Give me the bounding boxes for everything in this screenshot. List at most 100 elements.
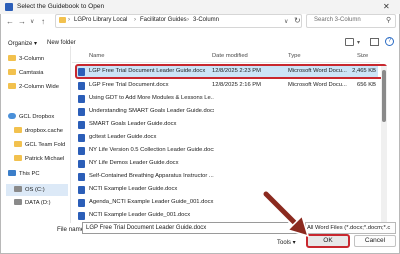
ok-button[interactable]: OK [306, 234, 350, 248]
file-row[interactable]: NCTI Example Leader Guide_001.docx [76, 210, 378, 220]
nav-item-label: 2-Column Wide [19, 84, 59, 90]
folder-icon [14, 127, 22, 133]
file-row[interactable]: LGP Free Trial Document.docx 12/8/2025 2… [76, 80, 378, 92]
window-title: Select the Guidebook to Open [17, 3, 105, 10]
file-name: Agenda_NCTI Example Leader Guide_001.doc… [89, 199, 214, 205]
nav-item-patrick-michael[interactable]: Patrick Michael [14, 155, 72, 167]
highlight-box [75, 64, 387, 79]
nav-item-2-column-wide[interactable]: 2-Column Wide [8, 83, 66, 95]
nav-item-label: OS (C:) [25, 187, 45, 193]
word-doc-icon [78, 160, 85, 168]
word-doc-icon [78, 186, 85, 194]
file-row[interactable]: SMART Goals Leader Guide.docx [76, 119, 378, 131]
callout-arrow-icon [262, 190, 310, 238]
folder-icon [8, 69, 16, 75]
recent-chevron-icon[interactable]: ∨ [30, 18, 34, 25]
file-row[interactable]: NY Life Version 0.5 Collection Leader Gu… [76, 145, 378, 157]
file-row[interactable]: gcltest Leader Guide.docx [76, 132, 378, 144]
breadcrumb-separator: › [134, 17, 136, 23]
breadcrumb-separator: › [187, 17, 189, 23]
file-size: 656 KB [356, 82, 376, 88]
file-name: Self-Contained Breathing Apparatus Instr… [89, 173, 214, 179]
header-divider [72, 62, 380, 63]
file-name: NY Life Demos Leader Guide.docx [89, 160, 179, 166]
file-name: Using GDT to Add More Modules & Lessons … [89, 95, 214, 101]
breadcrumb-item[interactable]: LGPro Library Local [74, 17, 127, 23]
nav-item-3-column[interactable]: 3-Column [8, 55, 66, 67]
vertical-scroll-thumb[interactable] [382, 70, 386, 122]
file-name: SMART Goals Leader Guide.docx [89, 121, 177, 127]
nav-item-gcl-dropbox[interactable]: GCL Dropbox [8, 113, 66, 125]
file-name: LGP Free Trial Document.docx [89, 82, 169, 88]
file-row[interactable]: Agenda_NCTI Example Leader Guide_001.doc… [76, 197, 378, 209]
word-doc-icon [78, 199, 85, 207]
file-name: NCTI Example Leader Guide_001.docx [89, 212, 191, 218]
app-icon [5, 3, 13, 11]
pane-divider[interactable] [70, 46, 71, 223]
drive-icon [14, 186, 22, 192]
nav-item-gcl-team-folder[interactable]: GCL Team Fold [14, 141, 72, 153]
breadcrumb-separator: › [68, 17, 70, 23]
organize-button[interactable]: Organize ▾ [8, 40, 37, 47]
pc-icon [8, 170, 16, 176]
file-name: NCTI Example Leader Guide.docx [89, 186, 178, 192]
folder-icon [59, 17, 66, 23]
view-dropdown-icon[interactable]: ▾ [357, 39, 360, 46]
nav-item-this-pc[interactable]: This PC [8, 170, 66, 182]
file-row[interactable]: NY Life Demos Leader Guide.docx [76, 158, 378, 170]
folder-icon [14, 141, 22, 147]
nav-item-label: dropbox.cache [25, 128, 64, 134]
view-options-icon[interactable] [345, 38, 354, 46]
file-type-filter-value: All Word Files (*.docx;*.docm;*.c [307, 225, 391, 231]
close-icon[interactable]: ✕ [383, 2, 390, 11]
file-row[interactable]: Using GDT to Add More Modules & Lessons … [76, 93, 378, 105]
file-name: Understanding SMART Goals Leader Guide.d… [89, 108, 214, 114]
nav-item-label: GCL Team Fold [25, 142, 66, 148]
nav-item-label: DATA (D:) [25, 200, 51, 206]
drive-icon [14, 199, 22, 205]
word-doc-icon [78, 82, 85, 90]
filename-value: LGP Free Trial Document Leader Guide.doc… [86, 225, 207, 231]
word-doc-icon [78, 95, 85, 103]
file-row[interactable]: Understanding SMART Goals Leader Guide.d… [76, 106, 378, 118]
nav-item-label: Camtasia [19, 70, 44, 76]
file-row[interactable]: NCTI Example Leader Guide.docx [76, 184, 378, 196]
word-doc-icon [78, 212, 85, 220]
new-folder-button[interactable]: New folder [47, 40, 76, 46]
tools-button[interactable]: Tools ▾ [277, 239, 296, 246]
column-header-date[interactable]: Date modified [212, 53, 248, 59]
nav-item-label: Patrick Michael [25, 156, 65, 162]
nav-item-dropbox-cache[interactable]: dropbox.cache [14, 127, 72, 139]
search-icon: ⚲ [386, 17, 392, 24]
file-row[interactable]: Self-Contained Breathing Apparatus Instr… [76, 171, 378, 183]
file-name: NY Life Version 0.5 Collection Leader Gu… [89, 147, 214, 153]
breadcrumb-item[interactable]: Facilitator Guides [140, 17, 187, 23]
nav-item-label: This PC [19, 171, 40, 177]
back-arrow-icon[interactable]: ← [6, 17, 14, 26]
address-dropdown-icon[interactable]: ∨ [284, 18, 288, 25]
cloud-icon [8, 113, 16, 119]
word-doc-icon [78, 134, 85, 142]
column-header-name[interactable]: Name [89, 53, 104, 59]
folder-icon [8, 55, 16, 61]
refresh-icon[interactable]: ↻ [294, 16, 301, 25]
search-placeholder: Search 3-Column [314, 17, 361, 23]
forward-arrow-icon[interactable]: → [18, 17, 26, 26]
breadcrumb-item[interactable]: 3-Column [193, 17, 219, 23]
folder-icon [8, 83, 16, 89]
word-doc-icon [78, 173, 85, 181]
column-header-size[interactable]: Size [357, 53, 368, 59]
nav-item-os-c[interactable]: OS (C:) [6, 184, 68, 196]
cancel-button[interactable]: Cancel [354, 235, 396, 247]
help-icon[interactable]: ? [385, 37, 394, 46]
folder-icon [14, 155, 22, 161]
up-arrow-icon[interactable]: ↑ [41, 17, 45, 26]
nav-item-data-d[interactable]: DATA (D:) [14, 199, 72, 211]
nav-item-label: 3-Column [19, 56, 45, 62]
file-type: Microsoft Word Docu... [288, 82, 347, 88]
word-doc-icon [78, 147, 85, 155]
preview-pane-icon[interactable] [370, 38, 379, 46]
nav-item-label: GCL Dropbox [19, 114, 55, 120]
column-header-type[interactable]: Type [288, 53, 301, 59]
nav-item-camtasia[interactable]: Camtasia [8, 69, 66, 81]
